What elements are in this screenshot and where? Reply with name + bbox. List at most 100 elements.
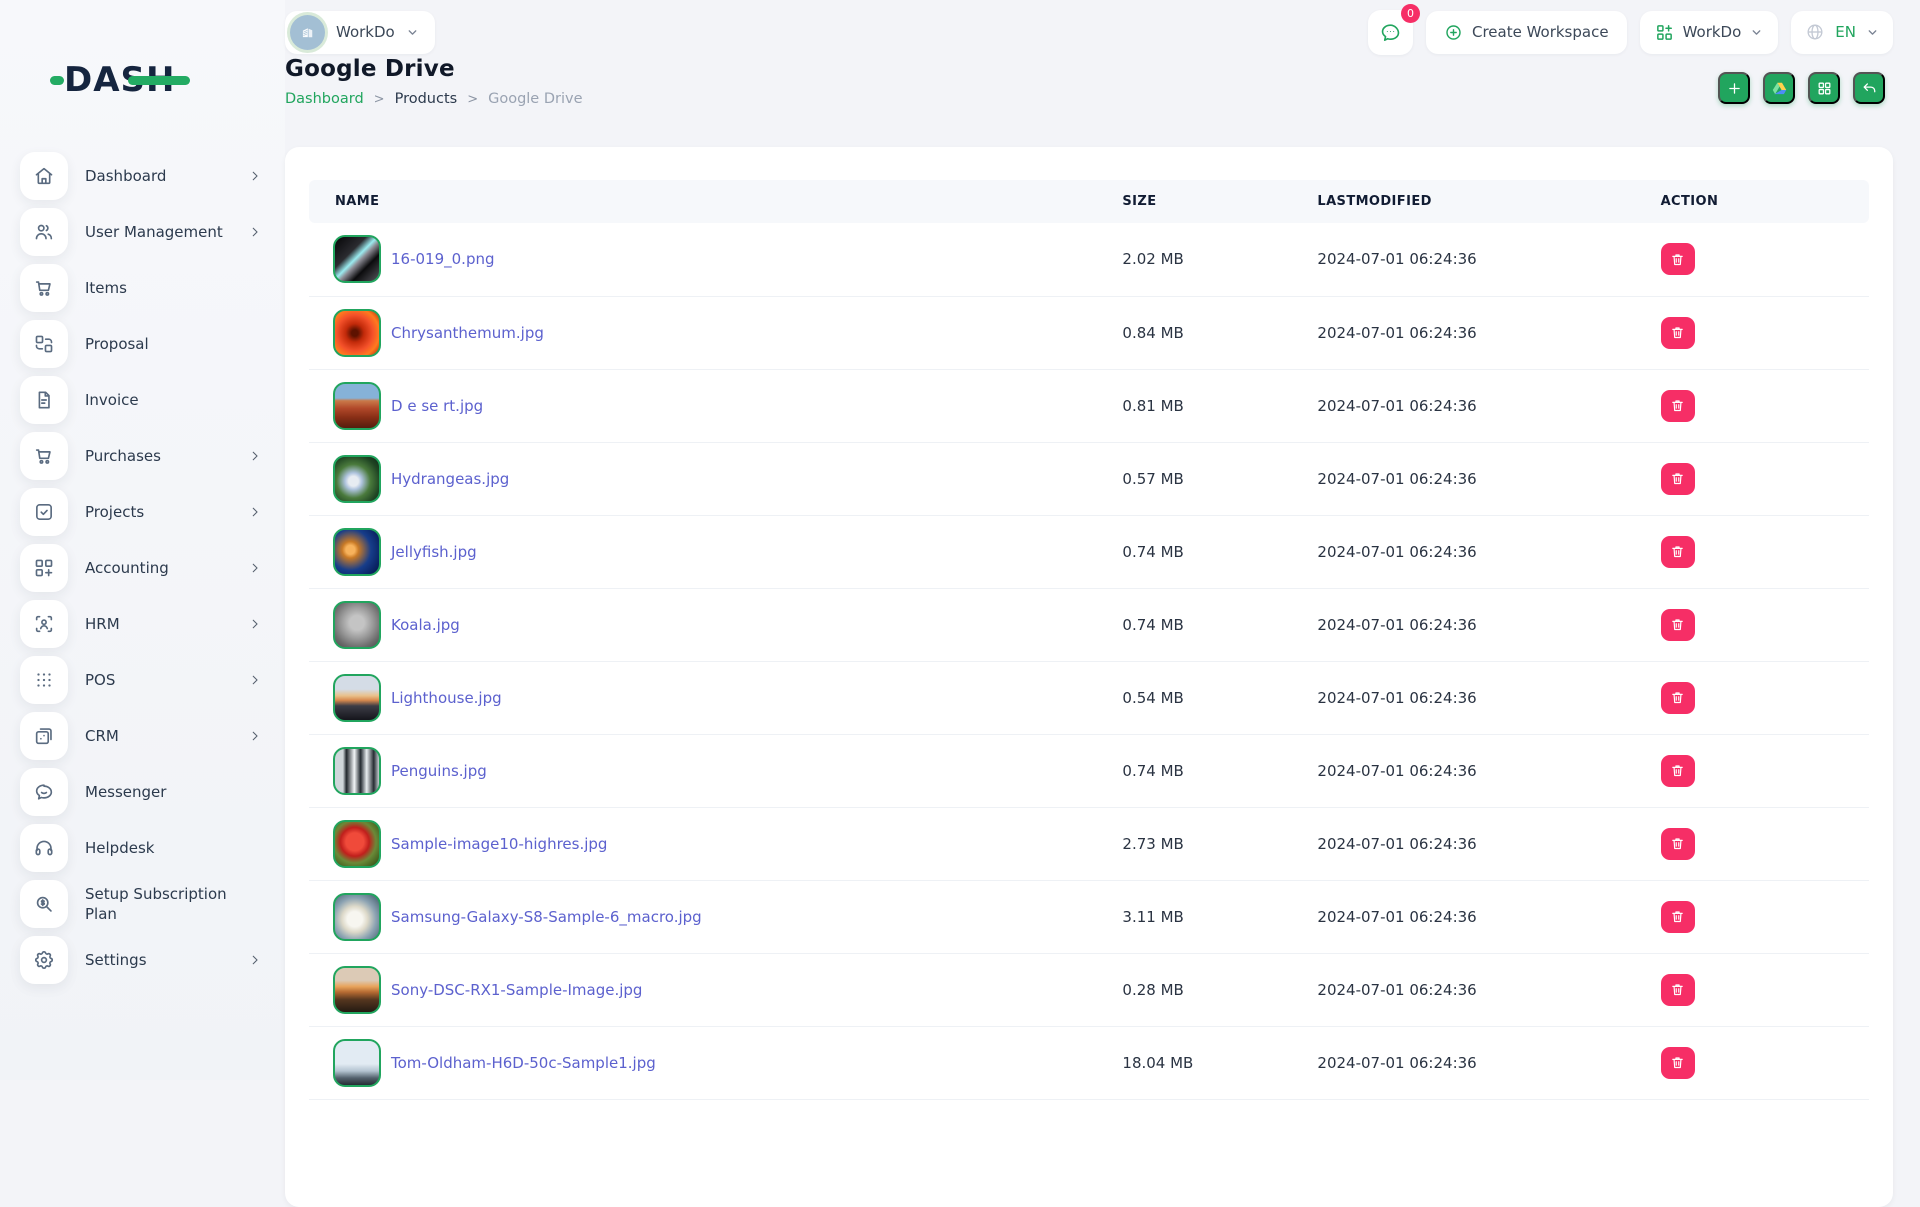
trash-icon	[1672, 765, 1683, 777]
sidebar-item-label: User Management	[85, 222, 223, 241]
company-menu-button[interactable]: WorkDo	[1639, 10, 1779, 54]
undo-icon	[1861, 80, 1878, 97]
plus-circle-icon	[1446, 24, 1461, 40]
trash-icon	[1672, 254, 1683, 265]
sidebar-item-label: Setup Subscription Plan	[85, 884, 227, 923]
delete-button[interactable]	[1660, 535, 1695, 568]
table-row: Tom-Oldham-H6D-50c-Sample1.jpg 18.04 MB …	[309, 1026, 1869, 1100]
file-thumbnail[interactable]	[333, 892, 381, 941]
file-name-link[interactable]: Tom-Oldham-H6D-50c-Sample1.jpg	[391, 1054, 656, 1072]
add-button[interactable]	[1718, 72, 1750, 104]
workspace-selector[interactable]: WorkDo	[285, 10, 435, 54]
delete-button[interactable]	[1660, 1046, 1695, 1079]
file-modified: 2024-07-01 06:24:36	[1307, 588, 1651, 662]
sidebar: DASH Dashboard User Management Items Propos…	[0, 0, 285, 1080]
google-drive-button[interactable]	[1763, 72, 1795, 104]
sidebar-item-pos[interactable]: POS	[20, 656, 268, 704]
sidebar-item-accounting[interactable]: Accounting	[20, 544, 268, 592]
delete-button[interactable]	[1660, 754, 1695, 787]
file-thumbnail[interactable]	[333, 381, 381, 430]
delete-button[interactable]	[1660, 316, 1695, 349]
sidebar-item-label: Items	[85, 278, 127, 297]
delete-button[interactable]	[1660, 608, 1695, 641]
chat-icon	[20, 768, 68, 816]
page-title: Google Drive	[285, 56, 455, 82]
sidebar-item-helpdesk[interactable]: Helpdesk	[20, 824, 268, 872]
file-thumbnail[interactable]	[333, 235, 381, 284]
grid-view-button[interactable]	[1808, 72, 1840, 104]
file-modified: 2024-07-01 06:24:36	[1307, 223, 1651, 297]
file-thumbnail[interactable]	[333, 819, 381, 868]
delete-button[interactable]	[1660, 462, 1695, 495]
file-name-link[interactable]: 16-019_0.png	[391, 250, 495, 268]
app-logo[interactable]: DASH	[50, 60, 190, 100]
file-thumbnail[interactable]	[333, 673, 381, 722]
delete-button[interactable]	[1660, 827, 1695, 860]
sidebar-item-messenger[interactable]: Messenger	[20, 768, 268, 816]
sidebar-item-label: POS	[85, 670, 116, 689]
file-name-link[interactable]: Samsung-Galaxy-S8-Sample-6_macro.jpg	[391, 908, 702, 926]
sidebar-item-projects[interactable]: Projects	[20, 488, 268, 536]
file-thumbnail[interactable]	[333, 746, 381, 795]
table-row: Sony-DSC-RX1-Sample-Image.jpg 0.28 MB 20…	[309, 953, 1869, 1027]
file-thumbnail[interactable]	[333, 527, 381, 576]
delete-button[interactable]	[1660, 389, 1695, 422]
invoice-icon	[20, 376, 68, 424]
chevron-right-icon	[248, 449, 262, 463]
messages-button[interactable]: 0	[1367, 3, 1420, 55]
sidebar-item-settings[interactable]: Settings	[20, 936, 268, 984]
file-name-link[interactable]: Jellyfish.jpg	[391, 543, 477, 561]
table-row: Sample-image10-highres.jpg 2.73 MB 2024-…	[309, 807, 1869, 881]
create-workspace-label: Create Workspace	[1471, 23, 1609, 41]
table-body: 16-019_0.png 2.02 MB 2024-07-01 06:24:36…	[309, 223, 1869, 1100]
table-row: D e se rt.jpg 0.81 MB 2024-07-01 06:24:3…	[309, 369, 1869, 443]
file-name-link[interactable]: Lighthouse.jpg	[391, 689, 502, 707]
google-drive-icon	[1771, 80, 1788, 97]
file-thumbnail[interactable]	[333, 1038, 381, 1087]
file-name-link[interactable]: Hydrangeas.jpg	[391, 470, 509, 488]
logo-dash-left-icon	[50, 76, 64, 85]
delete-button[interactable]	[1660, 900, 1695, 933]
file-name-link[interactable]: D e se rt.jpg	[391, 397, 483, 415]
file-thumbnail[interactable]	[333, 600, 381, 649]
apps-plus-icon	[20, 544, 68, 592]
column-header-size: SIZE	[1112, 180, 1308, 223]
breadcrumb-item-products[interactable]: Products	[395, 91, 458, 107]
chevron-right-icon	[248, 225, 262, 239]
file-name-link[interactable]: Penguins.jpg	[391, 762, 487, 780]
sidebar-item-setup-subscription-plan[interactable]: Setup Subscription Plan	[20, 880, 268, 928]
file-thumbnail[interactable]	[333, 454, 381, 503]
file-name-link[interactable]: Koala.jpg	[391, 616, 460, 634]
create-workspace-button[interactable]: Create Workspace	[1425, 10, 1627, 54]
sidebar-item-purchases[interactable]: Purchases	[20, 432, 268, 480]
chat-bubble-icon	[1381, 23, 1400, 41]
back-button[interactable]	[1853, 72, 1885, 104]
table-row: Penguins.jpg 0.74 MB 2024-07-01 06:24:36	[309, 734, 1869, 808]
breadcrumb-item-dashboard[interactable]: Dashboard	[285, 91, 364, 107]
file-size: 0.81 MB	[1112, 369, 1308, 443]
sidebar-item-user-management[interactable]: User Management	[20, 208, 268, 256]
sidebar-item-items[interactable]: Items	[20, 264, 268, 312]
language-selector[interactable]: EN	[1791, 10, 1893, 54]
delete-button[interactable]	[1660, 681, 1695, 714]
table-row: 16-019_0.png 2.02 MB 2024-07-01 06:24:36	[309, 223, 1869, 297]
file-name-link[interactable]: Sample-image10-highres.jpg	[391, 835, 607, 853]
sidebar-item-hrm[interactable]: HRM	[20, 600, 268, 648]
chevron-right-icon	[248, 561, 262, 575]
file-size: 2.02 MB	[1112, 223, 1308, 297]
sidebar-item-dashboard[interactable]: Dashboard	[20, 152, 268, 200]
transform-icon	[20, 320, 68, 368]
delete-button[interactable]	[1660, 973, 1695, 1006]
sidebar-item-proposal[interactable]: Proposal	[20, 320, 268, 368]
file-name-link[interactable]: Chrysanthemum.jpg	[391, 324, 544, 342]
sidebar-item-crm[interactable]: CRM	[20, 712, 268, 760]
messages-badge: 0	[1400, 3, 1420, 23]
delete-button[interactable]	[1660, 243, 1695, 276]
file-name-link[interactable]: Sony-DSC-RX1-Sample-Image.jpg	[391, 981, 642, 999]
file-thumbnail[interactable]	[333, 308, 381, 357]
globe-icon	[1807, 24, 1823, 40]
file-thumbnail[interactable]	[333, 965, 381, 1014]
file-size: 3.11 MB	[1112, 880, 1308, 954]
sidebar-item-invoice[interactable]: Invoice	[20, 376, 268, 424]
gear-icon	[20, 936, 68, 984]
